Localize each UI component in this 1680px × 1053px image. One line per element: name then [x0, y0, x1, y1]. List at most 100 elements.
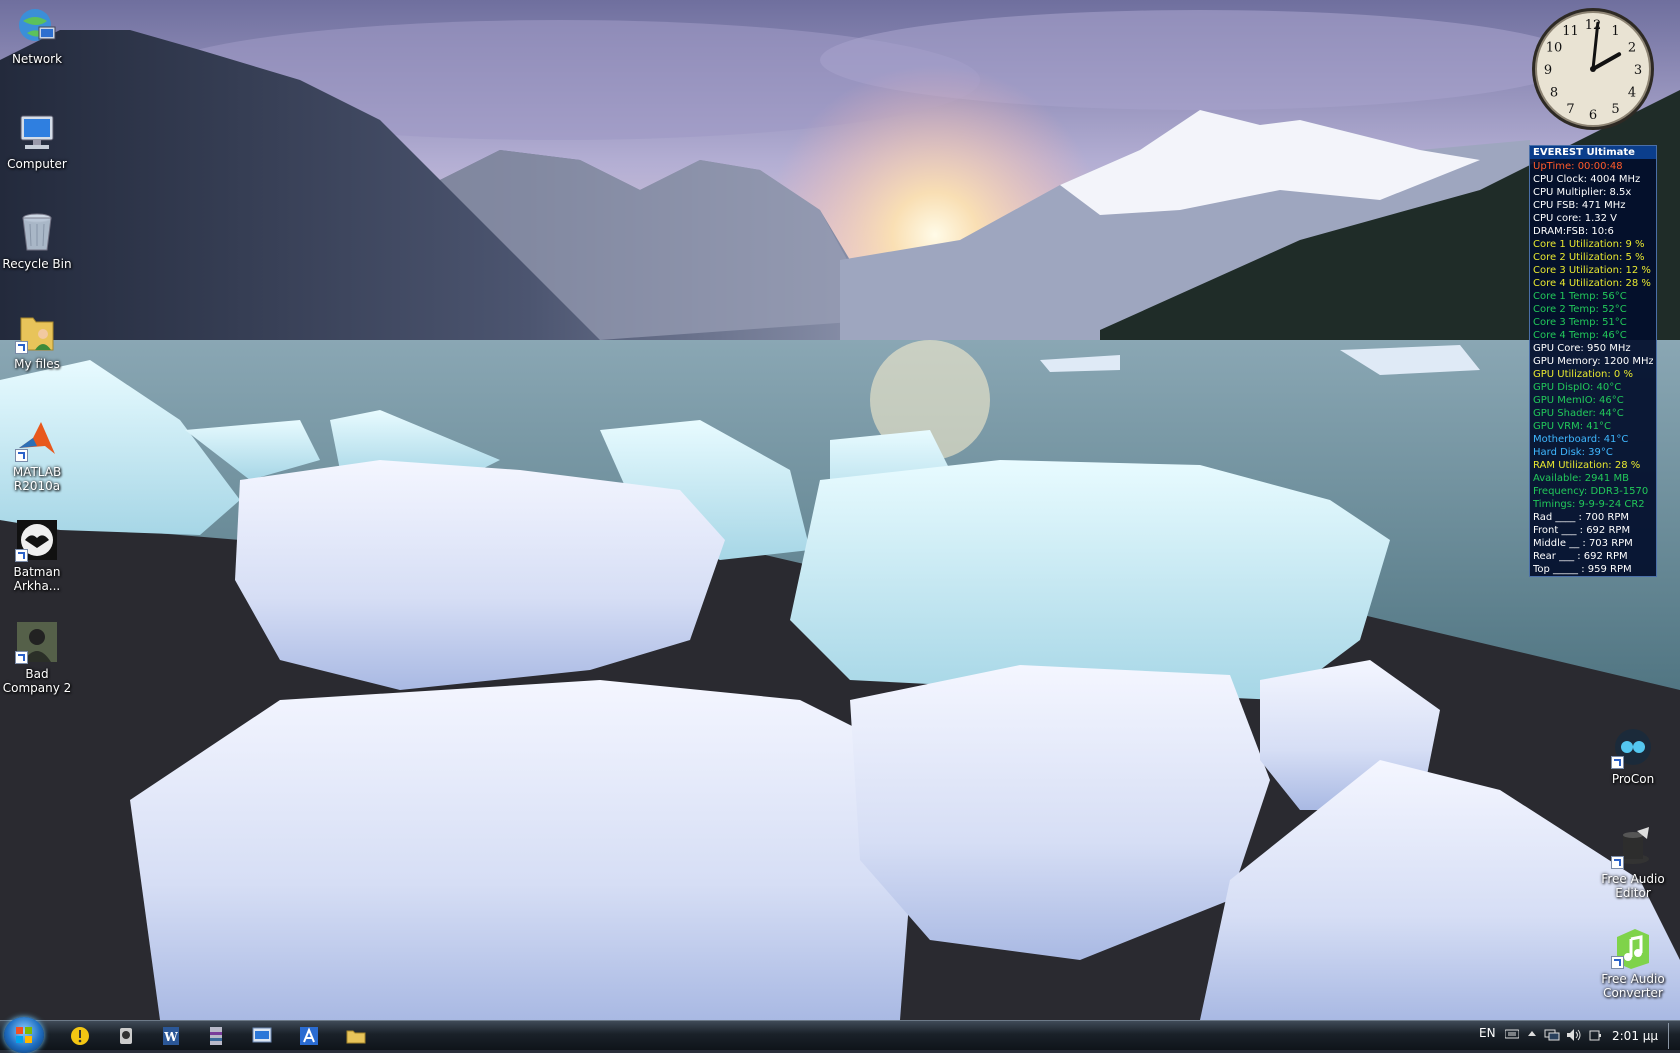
- word-icon: W: [163, 1027, 179, 1045]
- desktop-icon-batman[interactable]: Batman Arkha...: [0, 518, 77, 593]
- clock-number: 2: [1628, 41, 1636, 56]
- everest-row: Core 1 Utilization: 9 %: [1533, 239, 1645, 250]
- desktop-icon-free-audio-converter[interactable]: Free Audio Converter: [1593, 925, 1673, 1000]
- desktop-icon-bad-company[interactable]: Bad Company 2: [0, 620, 77, 695]
- everest-row: GPU DispIO: 40°C: [1533, 382, 1622, 393]
- computer-icon: [15, 110, 59, 154]
- everest-row: RAM Utilization: 28 %: [1533, 460, 1641, 471]
- show-hidden-icons-icon[interactable]: [1527, 1028, 1537, 1043]
- desktop-icon-label: Free Audio Editor: [1601, 872, 1665, 900]
- everest-row: Timings: 9-9-9-24 CR2: [1533, 499, 1645, 510]
- everest-row: Rear ___ : 692 RPM: [1533, 551, 1628, 562]
- clock-number: 5: [1611, 102, 1619, 117]
- taskbar-clock[interactable]: 2:01 μμ: [1612, 1029, 1658, 1043]
- audio-editor-icon: [1611, 825, 1655, 869]
- shortcut-arrow-icon: [1611, 956, 1624, 969]
- shortcut-arrow-icon: [15, 341, 28, 354]
- shortcut-arrow-icon: [1611, 756, 1624, 769]
- clock-number: 8: [1550, 86, 1558, 101]
- taskbar-webcam-button[interactable]: [112, 1024, 140, 1048]
- desktop-icon-label: Computer: [7, 157, 67, 171]
- everest-row: Available: 2941 MB: [1533, 473, 1629, 484]
- autocad-icon: [300, 1027, 318, 1045]
- desktop-icon-network[interactable]: Network: [0, 5, 77, 66]
- explorer-folder-icon: [346, 1030, 366, 1044]
- taskbar-word-button[interactable]: W: [157, 1024, 185, 1048]
- desktop-icon-computer[interactable]: Computer: [0, 110, 77, 171]
- desktop-icon-matlab[interactable]: MATLAB R2010a: [0, 418, 77, 493]
- desktop-icon-label: MATLAB R2010a: [12, 465, 62, 493]
- shortcut-arrow-icon: [15, 549, 28, 562]
- clock-number: 4: [1628, 86, 1636, 101]
- everest-row: Front ___ : 692 RPM: [1533, 525, 1631, 536]
- desktop-icon-procon[interactable]: ProCon: [1593, 725, 1673, 786]
- everest-row: Core 2 Temp: 52°C: [1533, 304, 1627, 315]
- desktop-icon-recycle-bin[interactable]: Recycle Bin: [0, 210, 77, 271]
- everest-rows: UpTime: 00:00:48 CPU Clock: 4004 MHz CPU M…: [1533, 160, 1653, 576]
- taskbar-autocad-button[interactable]: [295, 1024, 323, 1048]
- everest-row: GPU Utilization: 0 %: [1533, 369, 1633, 380]
- notification-area: EN 2:01 μμ: [1460, 1021, 1680, 1051]
- desktop-icon-label: Network: [11, 52, 63, 66]
- clock-number: 11: [1562, 24, 1579, 39]
- clock-number: 6: [1589, 108, 1597, 123]
- clock-gadget[interactable]: 12 1 2 3 4 5 6 7 8 9 10 11: [1530, 6, 1656, 132]
- webcam-icon: [120, 1028, 132, 1044]
- shortcut-arrow-icon: [15, 651, 28, 664]
- everest-row: Core 1 Temp: 56°C: [1533, 291, 1627, 302]
- everest-row: CPU core: 1.32 V: [1533, 213, 1618, 224]
- everest-row: GPU VRM: 41°C: [1533, 421, 1611, 432]
- desktop-icon-free-audio-editor[interactable]: Free Audio Editor: [1593, 825, 1673, 900]
- everest-row: Hard Disk: 39°C: [1533, 447, 1613, 458]
- taskbar-norton-button[interactable]: [66, 1024, 94, 1048]
- clock-number: 10: [1546, 41, 1563, 56]
- everest-row: GPU MemIO: 46°C: [1533, 395, 1624, 406]
- keyboard-icon[interactable]: [1504, 1028, 1520, 1043]
- taskbar: W EN 2:01 μμ: [0, 1017, 1680, 1053]
- soldier-icon: [15, 620, 59, 664]
- taskbar-task-manager-button[interactable]: [248, 1024, 276, 1048]
- taskbar-winrar-button[interactable]: [202, 1024, 230, 1048]
- everest-row: Motherboard: 41°C: [1533, 434, 1629, 445]
- volume-icon[interactable]: [1566, 1028, 1582, 1045]
- everest-row: Top _____ : 959 RPM: [1533, 564, 1632, 575]
- shortcut-arrow-icon: [15, 449, 28, 462]
- everest-row: UpTime: 00:00:48: [1533, 161, 1623, 172]
- batman-icon: [15, 518, 59, 562]
- network-globe-icon: [15, 5, 59, 49]
- everest-row: GPU Core: 950 MHz: [1533, 343, 1631, 354]
- taskbar-explorer-button[interactable]: [342, 1024, 370, 1048]
- svg-text:W: W: [163, 1030, 178, 1044]
- network-status-icon[interactable]: [1544, 1028, 1560, 1045]
- everest-sensor-panel[interactable]: EVEREST Ultimate UpTime: 00:00:48 CPU Clo…: [1529, 145, 1657, 577]
- everest-row: Core 2 Utilization: 5 %: [1533, 252, 1645, 263]
- desktop-icon-my-files[interactable]: My files: [0, 310, 77, 371]
- windows-logo-icon: [16, 1027, 32, 1043]
- recycle-bin-icon: [15, 210, 59, 254]
- start-button[interactable]: [4, 1017, 44, 1053]
- matlab-icon: [15, 418, 59, 462]
- everest-row: Frequency: DDR3-1570: [1533, 486, 1649, 497]
- desktop-icon-label: Bad Company 2: [2, 667, 72, 695]
- desktop-wallpaper: [0, 0, 1680, 1020]
- everest-row: CPU Multiplier: 8.5x: [1533, 187, 1632, 198]
- everest-row: Rad ____ : 700 RPM: [1533, 512, 1629, 523]
- task-manager-icon: [252, 1027, 272, 1043]
- everest-title: EVEREST Ultimate: [1530, 146, 1656, 159]
- audio-converter-icon: [1611, 925, 1655, 969]
- desktop-icon-label: Free Audio Converter: [1601, 972, 1665, 1000]
- winrar-icon: [210, 1027, 222, 1045]
- everest-row: Core 3 Temp: 51°C: [1533, 317, 1627, 328]
- desktop-icon-label: Batman Arkha...: [13, 565, 61, 593]
- desktop-icon-label: ProCon: [1611, 772, 1655, 786]
- clock-number: 9: [1544, 63, 1552, 78]
- procon-icon: [1611, 725, 1655, 769]
- power-icon[interactable]: [1588, 1028, 1602, 1045]
- desktop-icon-label: My files: [14, 357, 60, 371]
- everest-row: Middle __ : 703 RPM: [1533, 538, 1633, 549]
- language-indicator[interactable]: EN: [1479, 1026, 1496, 1040]
- clock-number: 7: [1566, 102, 1574, 117]
- everest-row: CPU Clock: 4004 MHz: [1533, 174, 1641, 185]
- everest-row: GPU Memory: 1200 MHz: [1533, 356, 1653, 367]
- show-desktop-button[interactable]: [1668, 1023, 1669, 1049]
